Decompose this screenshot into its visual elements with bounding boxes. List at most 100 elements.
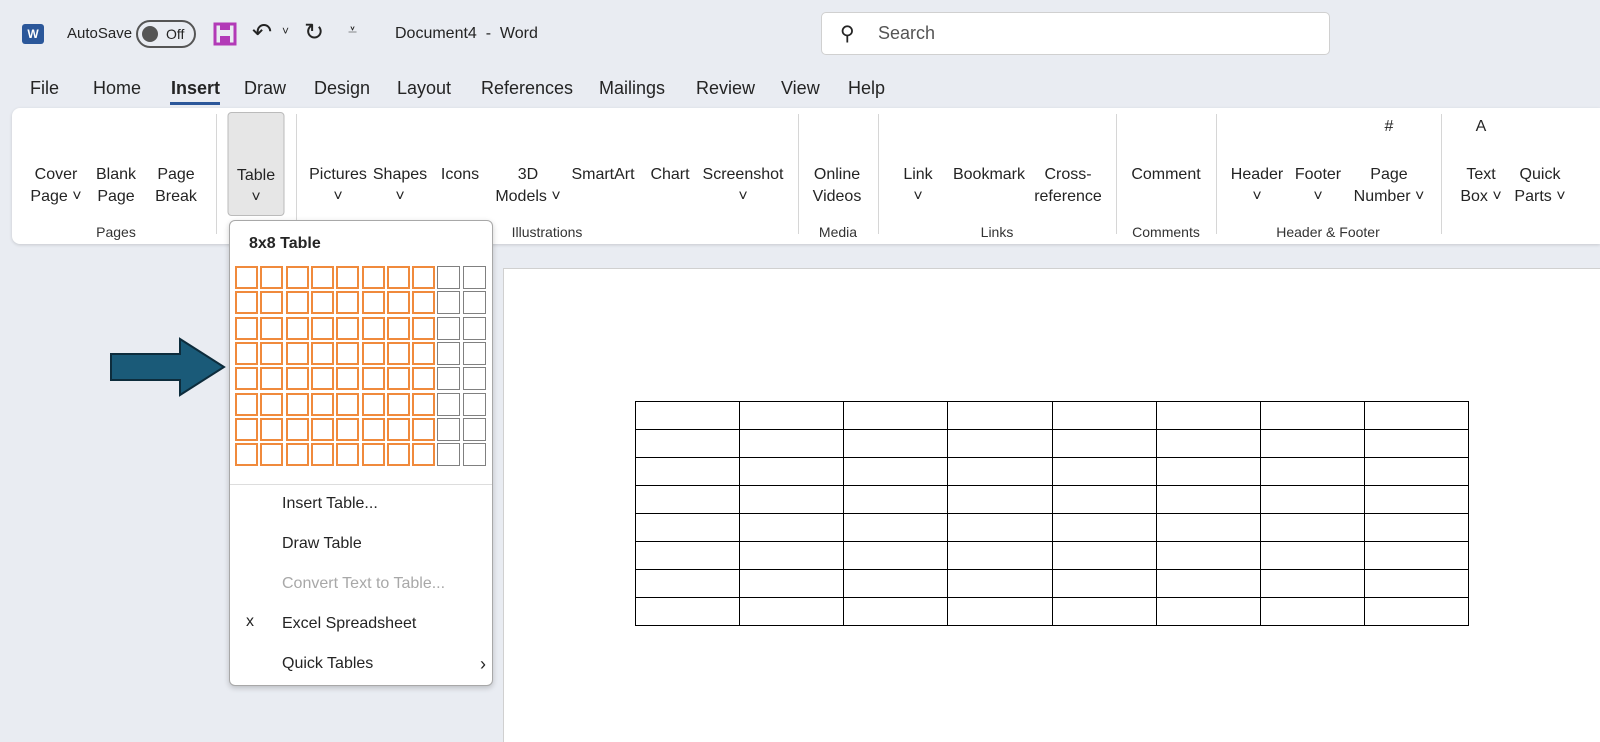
table-cell[interactable] xyxy=(1051,597,1157,626)
table-cell[interactable] xyxy=(1259,429,1365,458)
grid-cell[interactable] xyxy=(285,392,309,416)
table-cell[interactable] xyxy=(739,541,845,570)
table-cell[interactable] xyxy=(1155,429,1261,458)
table-cell[interactable] xyxy=(843,513,949,542)
grid-cell[interactable] xyxy=(310,341,334,365)
grid-cell[interactable] xyxy=(285,367,309,391)
table-cell[interactable] xyxy=(947,597,1053,626)
tab-insert[interactable]: Insert xyxy=(171,78,220,99)
grid-cell[interactable] xyxy=(437,266,461,289)
grid-cell[interactable] xyxy=(462,341,486,365)
save-icon[interactable] xyxy=(213,22,237,46)
table-cell[interactable] xyxy=(1363,485,1470,514)
table-cell[interactable] xyxy=(1363,401,1470,430)
grid-cell[interactable] xyxy=(412,392,436,416)
table-cell[interactable] xyxy=(1051,541,1157,570)
table-cell[interactable] xyxy=(1051,485,1157,514)
tab-references[interactable]: References xyxy=(481,78,573,99)
comment-button[interactable]: Comment xyxy=(1131,116,1200,186)
document-table[interactable] xyxy=(634,401,1470,626)
bookmark-button[interactable]: Bookmark xyxy=(953,116,1025,186)
grid-cell[interactable] xyxy=(412,316,436,340)
grid-cell[interactable] xyxy=(336,341,360,365)
text-box-button[interactable]: A Text Box ˅ xyxy=(1459,116,1503,208)
grid-cell[interactable] xyxy=(462,392,486,416)
grid-cell[interactable] xyxy=(462,266,486,289)
grid-cell[interactable] xyxy=(285,341,309,365)
autosave-toggle[interactable]: Off xyxy=(136,20,196,48)
grid-cell[interactable] xyxy=(437,367,461,391)
table-cell[interactable] xyxy=(1155,597,1261,626)
grid-cell[interactable] xyxy=(361,367,385,391)
grid-cell[interactable] xyxy=(235,291,258,315)
table-cell[interactable] xyxy=(739,597,845,626)
insert-table-menu-item[interactable]: Insert Table... xyxy=(246,493,486,515)
table-cell[interactable] xyxy=(1259,541,1365,570)
table-cell[interactable] xyxy=(634,541,741,570)
undo-icon[interactable]: ↶ xyxy=(252,18,272,47)
grid-cell[interactable] xyxy=(386,443,410,467)
table-cell[interactable] xyxy=(634,401,741,430)
table-cell[interactable] xyxy=(739,429,845,458)
table-cell[interactable] xyxy=(1155,401,1261,430)
tab-file[interactable]: File xyxy=(30,78,59,99)
grid-cell[interactable] xyxy=(386,291,410,315)
table-cell[interactable] xyxy=(843,541,949,570)
grid-cell[interactable] xyxy=(361,417,385,441)
table-cell[interactable] xyxy=(843,485,949,514)
table-cell[interactable] xyxy=(1259,569,1365,598)
draw-table-menu-item[interactable]: Draw Table xyxy=(246,533,486,555)
table-cell[interactable] xyxy=(1051,401,1157,430)
table-cell[interactable] xyxy=(634,569,741,598)
table-cell[interactable] xyxy=(1259,457,1365,486)
grid-cell[interactable] xyxy=(386,266,410,289)
grid-cell[interactable] xyxy=(310,392,334,416)
table-cell[interactable] xyxy=(1051,513,1157,542)
grid-cell[interactable] xyxy=(412,266,436,289)
screenshot-button[interactable]: Screenshot ˅ xyxy=(703,116,784,208)
grid-cell[interactable] xyxy=(462,291,486,315)
grid-cell[interactable] xyxy=(260,367,284,391)
table-cell[interactable] xyxy=(1155,569,1261,598)
grid-cell[interactable] xyxy=(336,417,360,441)
pictures-button[interactable]: Pictures ˅ xyxy=(309,116,367,208)
shapes-button[interactable]: Shapes ˅ xyxy=(373,116,427,208)
quick-parts-button[interactable]: Quick Parts ˅ xyxy=(1514,116,1565,208)
tab-layout[interactable]: Layout xyxy=(397,78,451,99)
grid-cell[interactable] xyxy=(437,443,461,467)
grid-cell[interactable] xyxy=(361,316,385,340)
grid-cell[interactable] xyxy=(260,341,284,365)
grid-cell[interactable] xyxy=(462,443,486,467)
grid-cell[interactable] xyxy=(437,341,461,365)
grid-cell[interactable] xyxy=(437,417,461,441)
smartart-button[interactable]: SmartArt xyxy=(571,116,634,186)
grid-cell[interactable] xyxy=(285,266,309,289)
grid-cell[interactable] xyxy=(336,367,360,391)
grid-cell[interactable] xyxy=(361,291,385,315)
table-cell[interactable] xyxy=(1259,513,1365,542)
table-cell[interactable] xyxy=(947,541,1053,570)
grid-cell[interactable] xyxy=(260,291,284,315)
tab-mailings[interactable]: Mailings xyxy=(599,78,665,99)
search-box[interactable]: ⚲ Search xyxy=(821,12,1330,55)
header-button[interactable]: Header ˅ xyxy=(1231,116,1283,208)
table-cell[interactable] xyxy=(739,401,845,430)
grid-cell[interactable] xyxy=(437,392,461,416)
redo-icon[interactable]: ↻ xyxy=(304,18,324,47)
table-cell[interactable] xyxy=(634,457,741,486)
grid-cell[interactable] xyxy=(336,316,360,340)
grid-cell[interactable] xyxy=(260,392,284,416)
3d-models-button[interactable]: 3D Models ˅ xyxy=(495,116,560,208)
cover-page-button[interactable]: Cover Page ˅ xyxy=(30,116,81,208)
tab-draw[interactable]: Draw xyxy=(244,78,286,99)
table-cell[interactable] xyxy=(1259,485,1365,514)
grid-cell[interactable] xyxy=(361,266,385,289)
grid-cell[interactable] xyxy=(310,266,334,289)
grid-cell[interactable] xyxy=(285,316,309,340)
grid-cell[interactable] xyxy=(412,443,436,467)
table-cell[interactable] xyxy=(843,457,949,486)
tab-help[interactable]: Help xyxy=(848,78,885,99)
grid-cell[interactable] xyxy=(437,291,461,315)
grid-cell[interactable] xyxy=(285,417,309,441)
table-button[interactable]: Table ˅ xyxy=(227,112,285,216)
